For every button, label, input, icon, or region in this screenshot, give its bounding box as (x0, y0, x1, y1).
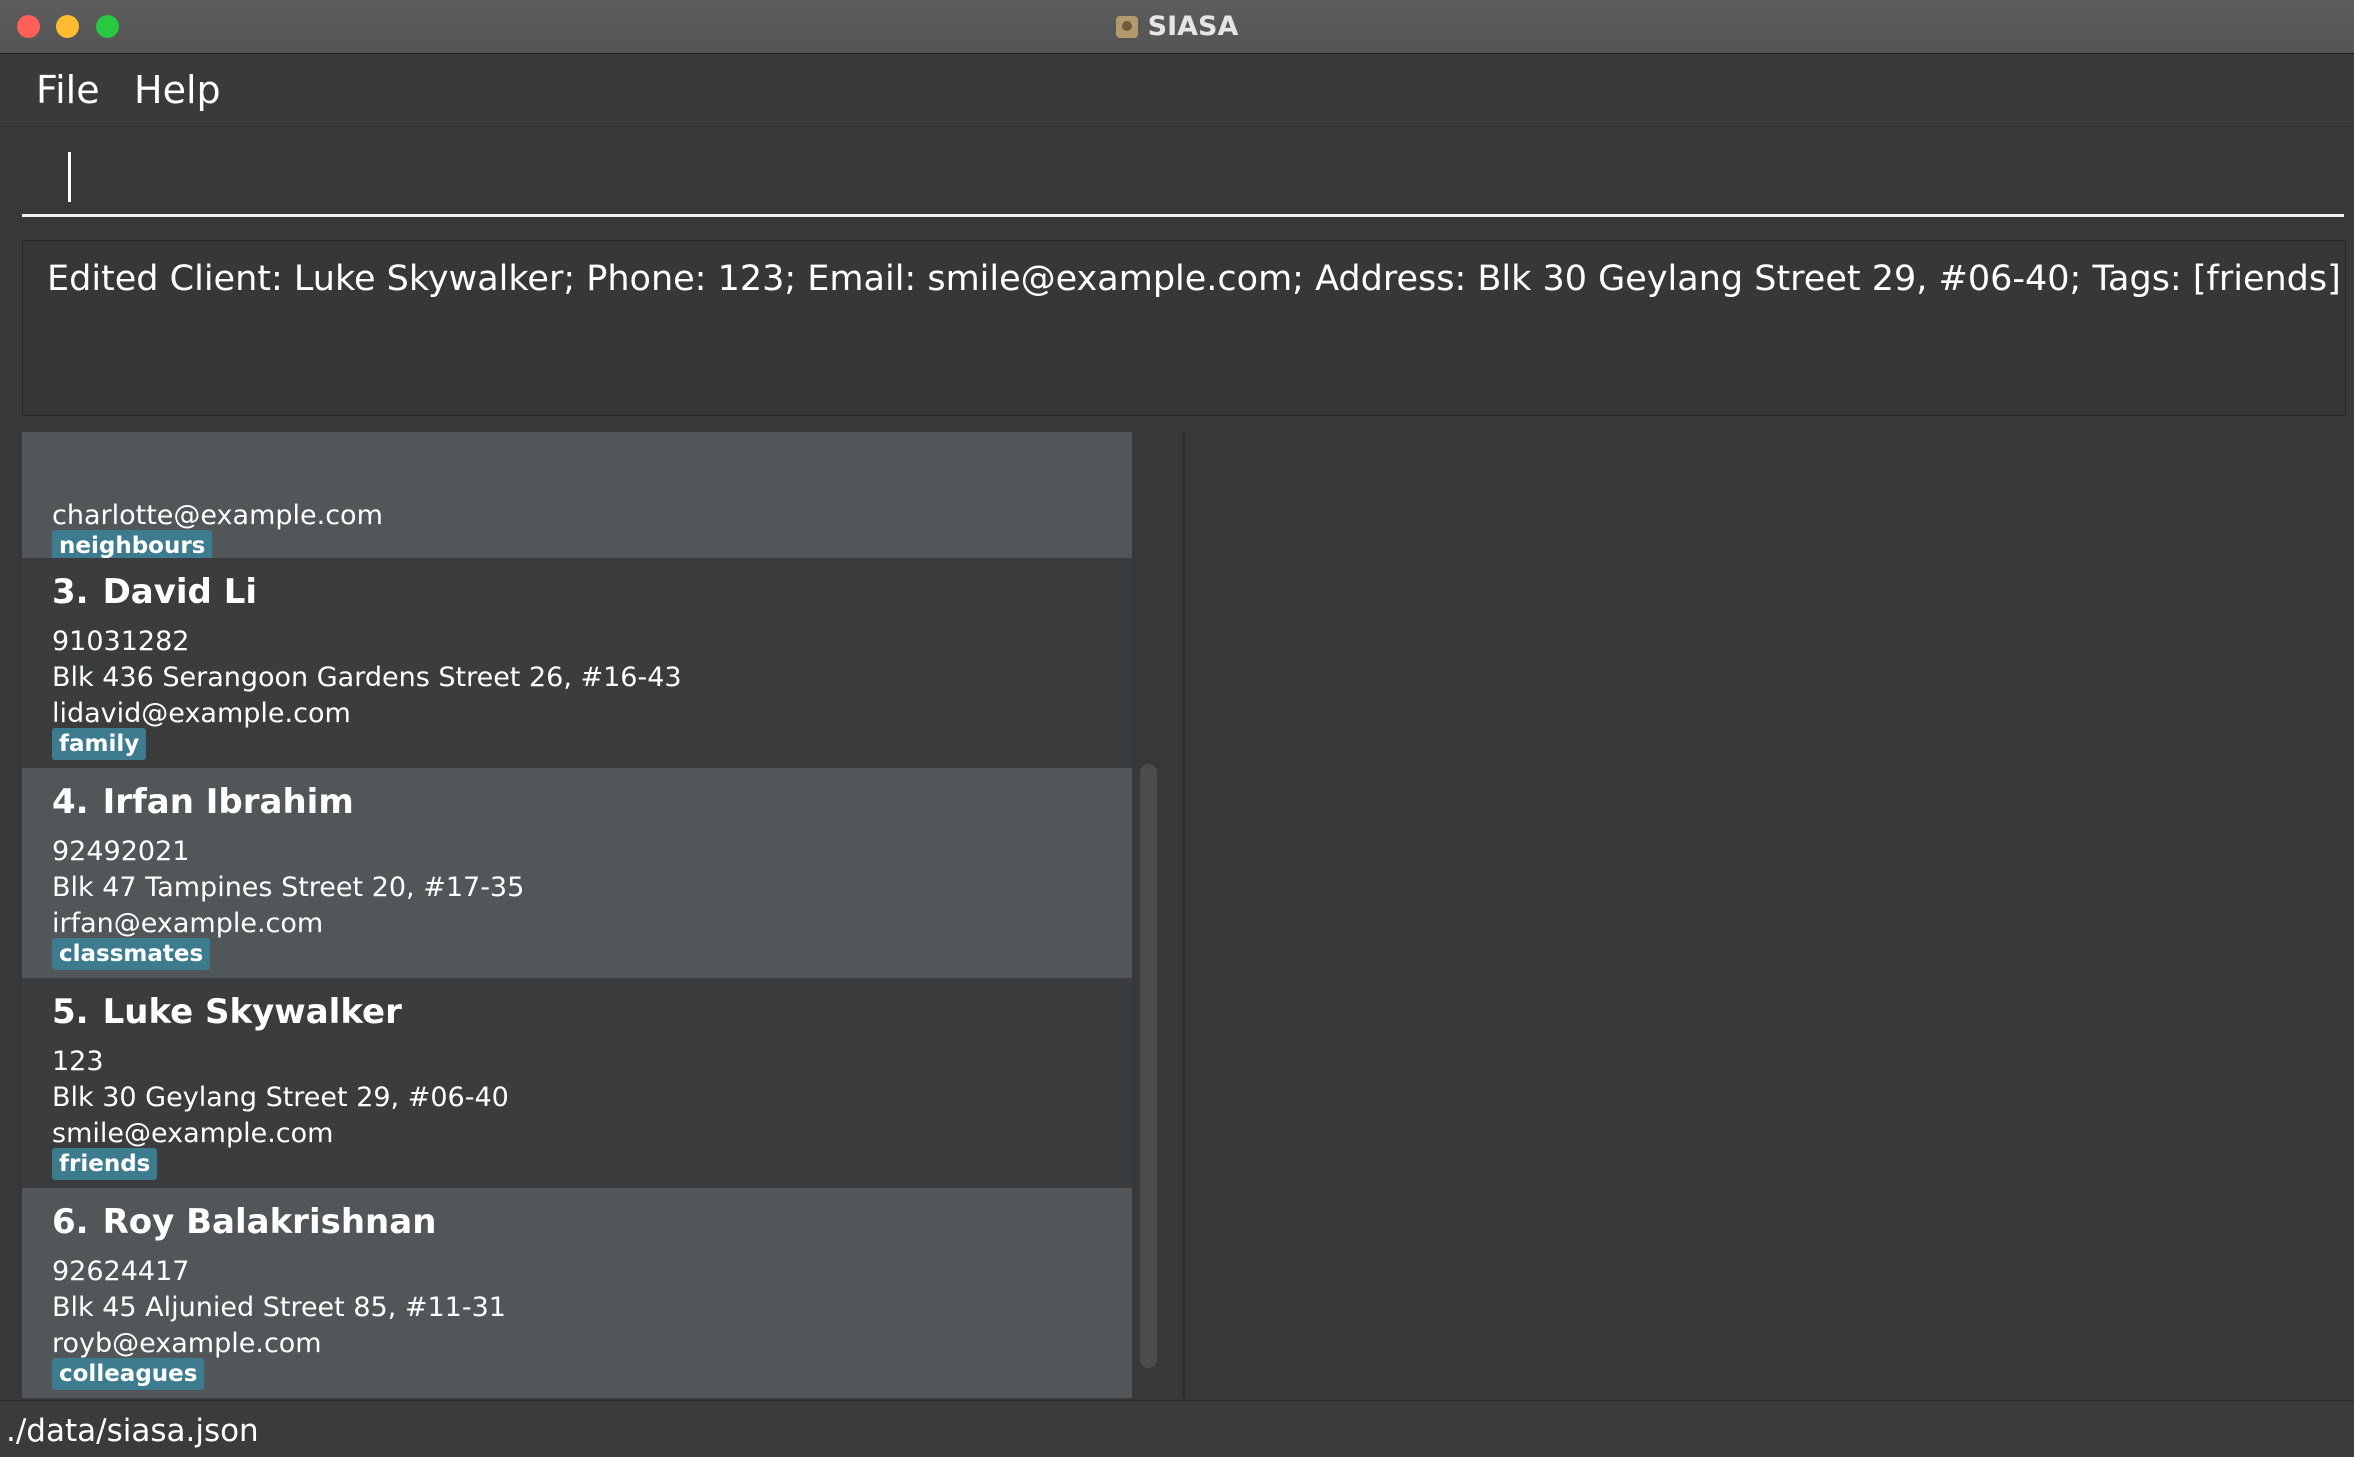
client-card[interactable]: 4. Irfan Ibrahim 92492021 Blk 47 Tampines… (22, 768, 1132, 978)
client-phone: 91031282 (52, 626, 190, 657)
title-wrap: SIASA (0, 0, 2354, 53)
client-tag: friends (52, 1148, 158, 1180)
menu-file[interactable]: File (24, 64, 112, 116)
client-card[interactable]: 3. David Li 91031282 Blk 436 Serangoon Ga… (22, 558, 1132, 768)
client-name-text: Irfan Ibrahim (102, 782, 354, 822)
client-tag: classmates (52, 938, 211, 970)
client-email: irfan@example.com (52, 908, 324, 939)
pane-divider[interactable] (1182, 432, 1185, 1398)
client-index: 4. (52, 782, 89, 822)
client-name: 4. Irfan Ibrahim (52, 782, 354, 822)
save-file-path: ./data/siasa.json (6, 1413, 259, 1449)
command-box (22, 140, 2344, 217)
client-phone: 92492021 (52, 836, 190, 867)
list-scrollbar-thumb[interactable] (1140, 764, 1157, 1368)
client-index: 3. (52, 572, 89, 612)
result-display: Edited Client: Luke Skywalker; Phone: 12… (22, 240, 2346, 416)
client-name: 6. Roy Balakrishnan (52, 1202, 436, 1242)
client-name: 3. David Li (52, 572, 257, 612)
window-titlebar: SIASA (0, 0, 2354, 54)
client-email: lidavid@example.com (52, 698, 351, 729)
client-phone: 92624417 (52, 1256, 190, 1287)
command-input[interactable] (22, 140, 2344, 214)
client-tag: colleagues (52, 1358, 205, 1390)
client-name: 5. Luke Skywalker (52, 992, 402, 1032)
client-phone: 123 (52, 1046, 104, 1077)
client-address: Blk 45 Aljunied Street 85, #11-31 (52, 1292, 506, 1323)
result-text: Edited Client: Luke Skywalker; Phone: 12… (47, 259, 2341, 299)
client-address: Blk 47 Tampines Street 20, #17-35 (52, 872, 525, 903)
client-card[interactable]: charlotte@example.com neighbours (22, 432, 1132, 562)
client-email: royb@example.com (52, 1328, 322, 1359)
status-bar: ./data/siasa.json (0, 1400, 2354, 1457)
client-address: Blk 436 Serangoon Gardens Street 26, #16… (52, 662, 682, 693)
client-name-text: Roy Balakrishnan (102, 1202, 437, 1242)
app-icon (1115, 15, 1138, 38)
window-title: SIASA (1147, 11, 1239, 42)
client-tag: family (52, 728, 147, 760)
detail-panel (1186, 432, 2354, 1398)
client-card[interactable]: 5. Luke Skywalker 123 Blk 30 Geylang Stre… (22, 978, 1132, 1188)
client-name-text: David Li (102, 572, 258, 612)
text-caret (68, 152, 71, 202)
client-card[interactable]: 6. Roy Balakrishnan 92624417 Blk 45 Aljun… (22, 1188, 1132, 1398)
client-email: charlotte@example.com (52, 500, 383, 531)
client-index: 6. (52, 1202, 89, 1242)
client-list-panel[interactable]: charlotte@example.com neighbours 3. David… (0, 432, 1180, 1398)
client-email: smile@example.com (52, 1118, 334, 1149)
client-name-text: Luke Skywalker (102, 992, 402, 1032)
client-index: 5. (52, 992, 89, 1032)
menu-help[interactable]: Help (122, 64, 233, 116)
client-address: Blk 30 Geylang Street 29, #06-40 (52, 1082, 509, 1113)
menu-bar: File Help (0, 54, 2354, 127)
